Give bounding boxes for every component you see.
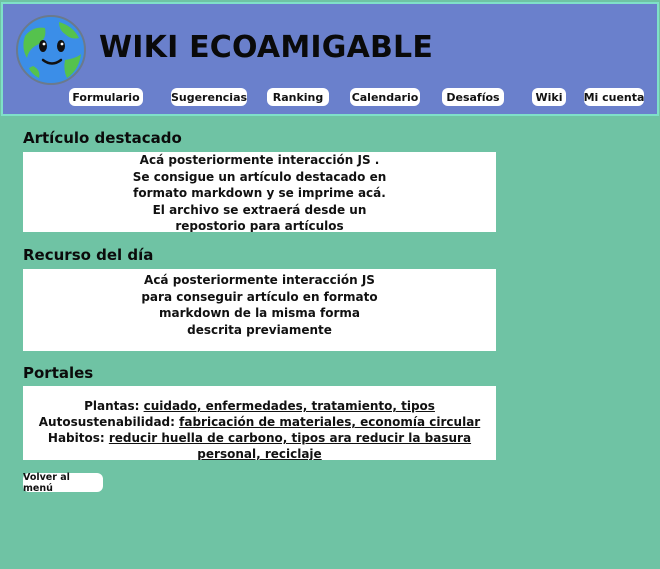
portal-label: Autosustenabilidad: [38,415,175,429]
portal-label: Habitos: [47,431,105,445]
featured-article-panel: Acá posteriormente interacción JS . Se c… [23,152,496,232]
featured-line: repostorio para artículos [175,219,344,232]
featured-line: Se consigue un artículo destacado en [132,169,387,184]
portal-row: Plantas: cuidado, enfermedades, tratamie… [23,398,496,414]
resource-line: Acá posteriormente interacción JS [144,273,375,287]
earth-globe-icon [16,15,86,85]
portal-row: Autosustenabilidad: fabricación de mater… [23,414,496,430]
featured-line: El archivo se extraerá desde un [152,202,367,217]
nav-calendario-button[interactable]: Calendario [350,88,420,106]
portal-link-autosustenabilidad[interactable]: fabricación de materiales, economía circ… [179,415,480,429]
resource-line: para conseguir artículo en formato [141,289,378,304]
portal-link-plantas[interactable]: cuidado, enfermedades, tratamiento, tipo… [144,399,435,413]
featured-line: formato markdown y se imprime acá. [133,186,386,201]
site-header: WIKI ECOAMIGABLE Formulario Sugerencias … [1,2,659,116]
nav-sugerencias-button[interactable]: Sugerencias [171,88,247,106]
resource-of-the-day-panel: Acá posteriormente interacción JS para c… [23,269,496,351]
portal-label: Plantas: [84,399,140,413]
nav-wiki-button[interactable]: Wiki [532,88,566,106]
resource-line: markdown de la misma forma [159,306,360,321]
nav-desafios-button[interactable]: Desafíos [442,88,504,106]
portal-row: Habitos: reducir huella de carbono, tipo… [23,430,496,460]
portals-panel: Plantas: cuidado, enfermedades, tratamie… [23,386,496,460]
featured-article-title: Artículo destacado [23,129,182,147]
back-to-menu-button[interactable]: Volver al menú [23,472,103,494]
nav-formulario-button[interactable]: Formulario [69,88,143,106]
resource-line: descrita previamente [187,322,332,337]
site-title: WIKI ECOAMIGABLE [99,30,434,65]
portals-title: Portales [23,364,94,382]
nav-ranking-button[interactable]: Ranking [267,88,329,106]
nav-mi-cuenta-button[interactable]: Mi cuenta [584,88,644,106]
portal-link-habitos[interactable]: reducir huella de carbono, tipos ara red… [109,431,471,460]
featured-line: Acá posteriormente interacción JS . [139,153,380,167]
resource-of-the-day-title: Recurso del día [23,246,154,264]
